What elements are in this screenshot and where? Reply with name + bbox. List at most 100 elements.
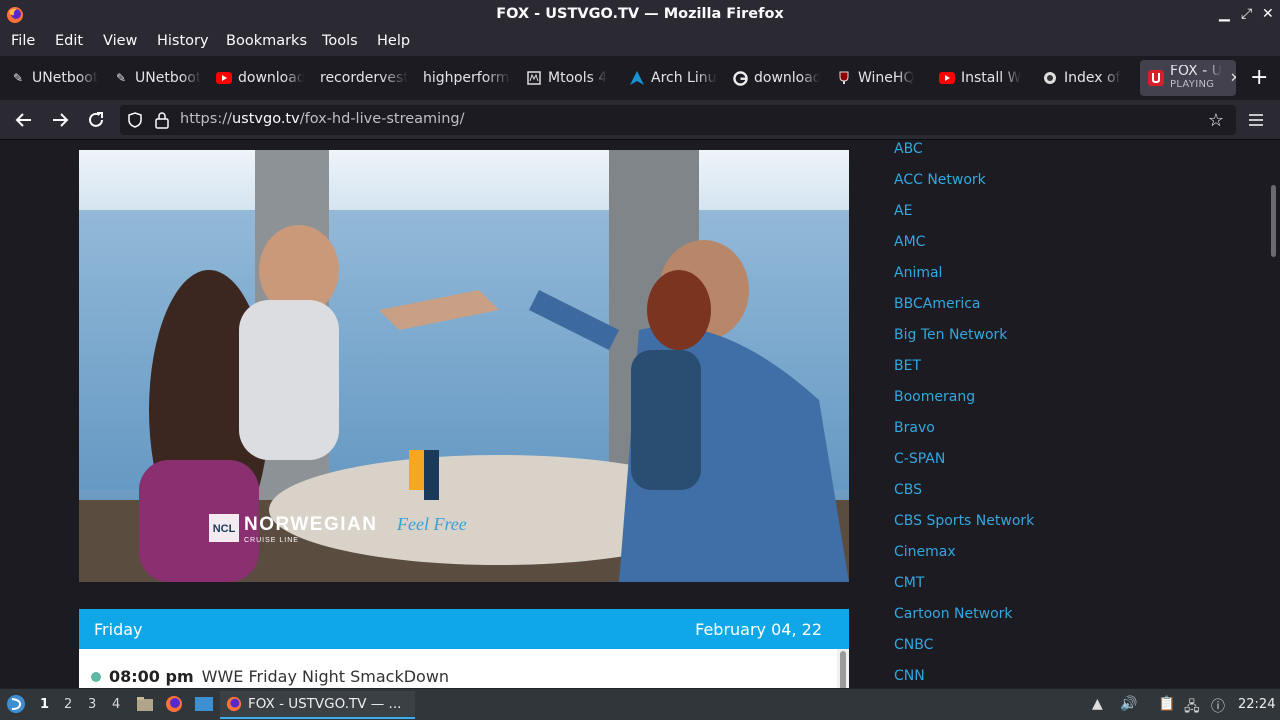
menu-view[interactable]: View	[103, 33, 137, 49]
clipboard-icon[interactable]: 📋	[1158, 696, 1175, 712]
ad-tagline: Feel Free	[396, 514, 467, 534]
tab-mtools[interactable]: Mtools 4	[526, 64, 614, 92]
workspace-1[interactable]: 1	[40, 697, 49, 712]
tab-youtube-install[interactable]: Install W	[939, 64, 1027, 92]
menu-file[interactable]: File	[11, 33, 35, 49]
channel-link[interactable]: BET	[894, 358, 921, 374]
taskbar: 1 2 3 4 FOX - USTVGO.TV — ... ▲ 🔊 📋 🖧 ⓘ …	[0, 688, 1280, 720]
channel-link[interactable]: CBS	[894, 482, 922, 498]
schedule-panel: Friday February 04, 22 08:00 pm WWE Frid…	[79, 609, 849, 688]
firefox-icon	[226, 696, 242, 712]
tab-unetbootin-1[interactable]: ✎UNetbootin	[10, 64, 98, 92]
workspace-4[interactable]: 4	[112, 697, 120, 712]
winehq-icon	[836, 70, 852, 86]
firefox-launcher-icon[interactable]	[165, 695, 183, 713]
channel-link[interactable]: AE	[894, 203, 912, 219]
tab-fox-active[interactable]: FOX - U PLAYING ✕	[1140, 60, 1236, 96]
ustvgo-icon	[1148, 70, 1164, 86]
tab-google-download[interactable]: download	[732, 64, 820, 92]
tab-arch-linux[interactable]: Arch Linux	[629, 64, 717, 92]
channel-link[interactable]: Bravo	[894, 420, 935, 436]
page-content: NCL NORWEGIAN CRUISE LINE Feel Free Frid…	[0, 141, 1268, 688]
schedule-date: February 04, 22	[695, 619, 822, 639]
ncl-badge: NCL	[213, 523, 236, 535]
scrollbar-thumb[interactable]	[1271, 185, 1276, 257]
file-manager-icon[interactable]	[136, 696, 154, 712]
back-arrow-icon[interactable]	[12, 108, 36, 132]
menu-help[interactable]: Help	[377, 33, 410, 49]
active-tab-title: FOX - U	[1170, 65, 1222, 78]
google-icon	[732, 70, 748, 86]
page-scrollbar[interactable]	[1268, 141, 1280, 688]
tray-expand-icon[interactable]: ▲	[1092, 696, 1103, 712]
channel-link[interactable]: CNN	[894, 668, 925, 684]
menu-bar: File Edit View History Bookmarks Tools H…	[0, 30, 1280, 56]
workspace-2[interactable]: 2	[64, 697, 72, 712]
tab-youtube-download[interactable]: download	[216, 64, 304, 92]
schedule-header: Friday February 04, 22	[79, 609, 849, 649]
active-tab-status: PLAYING	[1170, 79, 1215, 90]
menu-bookmarks[interactable]: Bookmarks	[226, 33, 307, 49]
video-player[interactable]: NCL NORWEGIAN CRUISE LINE Feel Free	[79, 150, 849, 582]
tab-highperformance[interactable]: highperformance	[423, 64, 511, 92]
address-bar[interactable]: https://ustvgo.tv/fox-hd-live-streaming/	[120, 105, 1236, 135]
ad-brand-sub: CRUISE LINE	[244, 537, 299, 544]
url-text[interactable]: https://ustvgo.tv/fox-hd-live-streaming/	[180, 111, 464, 127]
video-frame: NCL NORWEGIAN CRUISE LINE Feel Free	[79, 150, 849, 582]
unetbootin-icon: ✎	[12, 71, 24, 85]
close-tab-icon[interactable]: ✕	[1230, 71, 1236, 86]
live-dot-icon	[91, 671, 101, 682]
reload-icon[interactable]	[84, 108, 108, 132]
channel-link[interactable]: Cartoon Network	[894, 606, 1013, 622]
forward-arrow-icon[interactable]	[48, 108, 72, 132]
ad-brand: NORWEGIAN	[244, 514, 377, 535]
new-tab-icon[interactable]: +	[1250, 65, 1268, 90]
desktop-icon[interactable]	[194, 696, 214, 712]
volume-icon[interactable]: 🔊	[1120, 696, 1137, 712]
clock: 22:24	[1238, 697, 1276, 712]
index-icon	[1042, 70, 1058, 86]
channel-link[interactable]: CNBC	[894, 637, 933, 653]
bookmark-star-icon[interactable]: ☆	[1204, 108, 1228, 132]
schedule-day: Friday	[94, 619, 143, 639]
channel-link[interactable]: ABC	[894, 141, 923, 157]
schedule-entry: 08:00 pm WWE Friday Night SmackDown	[91, 667, 449, 686]
window-titlebar: FOX - USTVGO.TV — Mozilla Firefox ▁ ⤢ ✕	[0, 0, 1280, 30]
navigation-bar: https://ustvgo.tv/fox-hd-live-streaming/…	[0, 100, 1280, 140]
tab-unetbootin-2[interactable]: ✎UNetbootin	[113, 64, 201, 92]
channel-link[interactable]: AMC	[894, 234, 925, 250]
menu-tools[interactable]: Tools	[322, 33, 358, 49]
arch-linux-icon	[629, 70, 645, 86]
close-window-icon[interactable]: ✕	[1262, 6, 1274, 22]
tab-strip: ✎UNetbootin ✎UNetbootin download recorde…	[0, 56, 1280, 100]
mtools-icon	[526, 70, 542, 86]
updates-icon[interactable]: ⓘ	[1211, 696, 1225, 716]
menu-edit[interactable]: Edit	[55, 33, 83, 49]
tracking-protection-shield-icon[interactable]	[127, 112, 143, 128]
channel-link[interactable]: C-SPAN	[894, 451, 945, 467]
lock-icon[interactable]	[154, 111, 170, 129]
channel-link[interactable]: Cinemax	[894, 544, 956, 560]
unetbootin-icon: ✎	[115, 71, 127, 85]
channel-link[interactable]: Boomerang	[894, 389, 975, 405]
channel-link[interactable]: Animal	[894, 265, 942, 281]
tab-winehq[interactable]: WineHQ	[836, 64, 924, 92]
workspace-3[interactable]: 3	[88, 697, 96, 712]
youtube-icon	[939, 70, 955, 86]
channel-link[interactable]: CMT	[894, 575, 924, 591]
app-launcher-icon[interactable]	[6, 694, 26, 714]
tab-index-of[interactable]: Index of	[1042, 64, 1130, 92]
channel-link[interactable]: BBCAmerica	[894, 296, 981, 312]
window-title: FOX - USTVGO.TV — Mozilla Firefox	[496, 6, 784, 22]
hamburger-menu-icon[interactable]	[1244, 108, 1268, 132]
menu-history[interactable]: History	[157, 33, 209, 49]
minimize-icon[interactable]: ▁	[1219, 6, 1230, 22]
network-icon[interactable]: 🖧	[1184, 696, 1200, 720]
channel-link[interactable]: ACC Network	[894, 172, 986, 188]
channel-link[interactable]: Big Ten Network	[894, 327, 1007, 343]
channel-link[interactable]: CBS Sports Network	[894, 513, 1034, 529]
taskbar-firefox-window[interactable]: FOX - USTVGO.TV — ...	[220, 691, 415, 719]
schedule-scrollbar[interactable]	[837, 649, 849, 688]
restore-icon[interactable]: ⤢	[1241, 6, 1252, 22]
tab-recorder[interactable]: recorderveste	[320, 64, 408, 92]
